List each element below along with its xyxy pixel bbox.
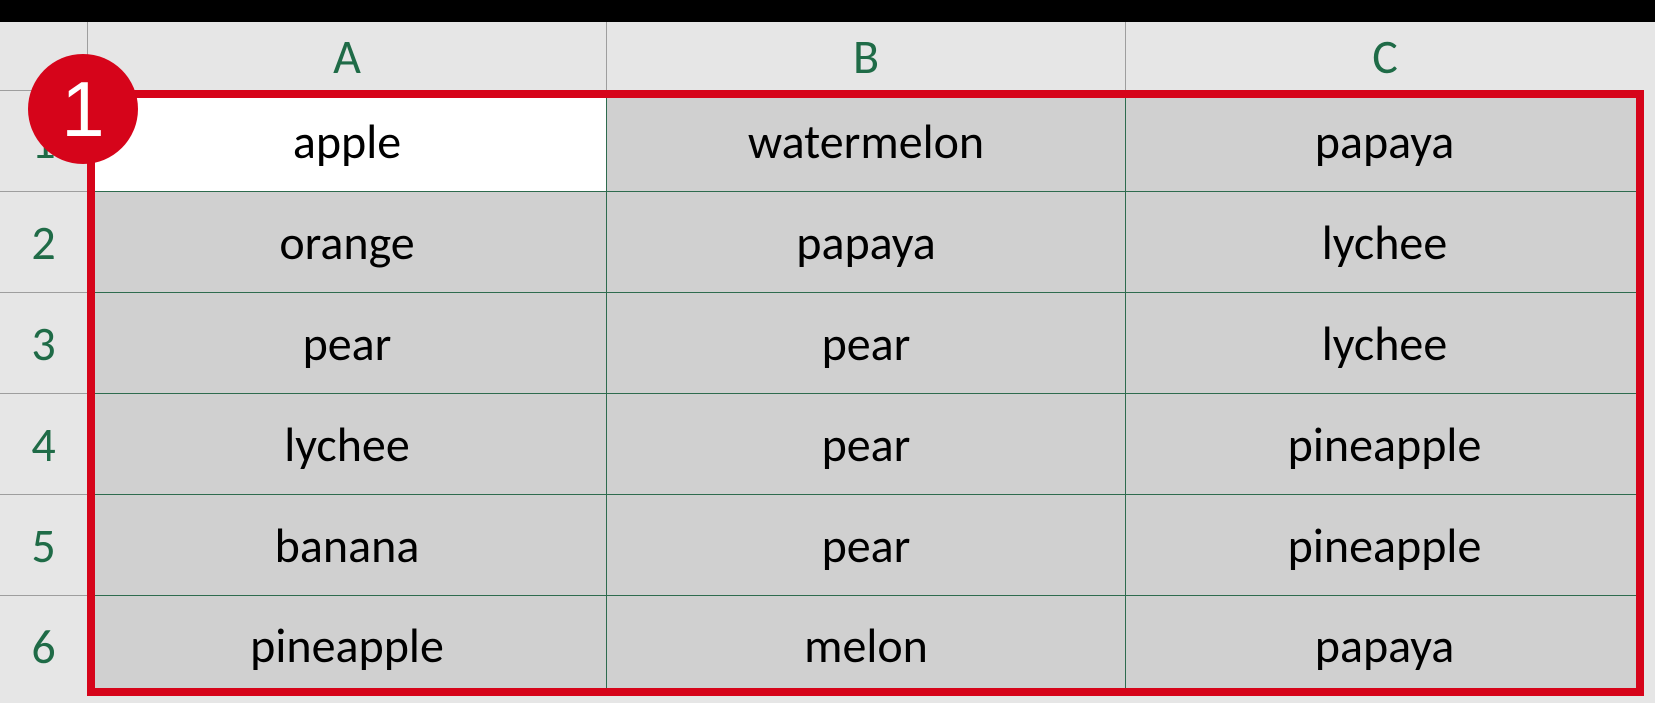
row-header-4[interactable]: 4 [0,393,87,494]
cell-B6[interactable]: melon [606,595,1125,696]
cell-B3[interactable]: pear [606,292,1125,393]
cell-B4[interactable]: pear [606,393,1125,494]
table-row: pear pear lychee [87,292,1644,393]
cell-B5[interactable]: pear [606,494,1125,595]
cell-A5[interactable]: banana [87,494,606,595]
cell-B1[interactable]: watermelon [606,90,1125,191]
cell-B2[interactable]: papaya [606,191,1125,292]
row-header-1[interactable]: 1 [0,90,87,191]
column-header-A[interactable]: A [87,22,606,90]
column-headers: A B C [87,22,1644,90]
cell-A4[interactable]: lychee [87,393,606,494]
table-row: apple watermelon papaya [87,90,1644,191]
select-all-corner[interactable] [0,22,87,90]
row-header-5[interactable]: 5 [0,494,87,595]
table-row: banana pear pineapple [87,494,1644,595]
cell-A1[interactable]: apple [87,90,606,191]
cell-C4[interactable]: pineapple [1125,393,1644,494]
cell-C5[interactable]: pineapple [1125,494,1644,595]
cell-C6[interactable]: papaya [1125,595,1644,696]
spreadsheet: A B C 1 2 3 4 5 6 apple watermelon papay… [0,22,1655,703]
cell-C1[interactable]: papaya [1125,90,1644,191]
cell-C2[interactable]: lychee [1125,191,1644,292]
table-row: lychee pear pineapple [87,393,1644,494]
cell-A6[interactable]: pineapple [87,595,606,696]
column-header-C[interactable]: C [1125,22,1644,90]
row-header-2[interactable]: 2 [0,191,87,292]
cell-C3[interactable]: lychee [1125,292,1644,393]
row-headers: 1 2 3 4 5 6 [0,90,87,696]
column-header-B[interactable]: B [606,22,1125,90]
cell-grid: apple watermelon papaya orange papaya ly… [87,90,1644,696]
row-header-6[interactable]: 6 [0,595,87,696]
table-row: orange papaya lychee [87,191,1644,292]
cell-A3[interactable]: pear [87,292,606,393]
table-row: pineapple melon papaya [87,595,1644,696]
row-header-3[interactable]: 3 [0,292,87,393]
cell-A2[interactable]: orange [87,191,606,292]
